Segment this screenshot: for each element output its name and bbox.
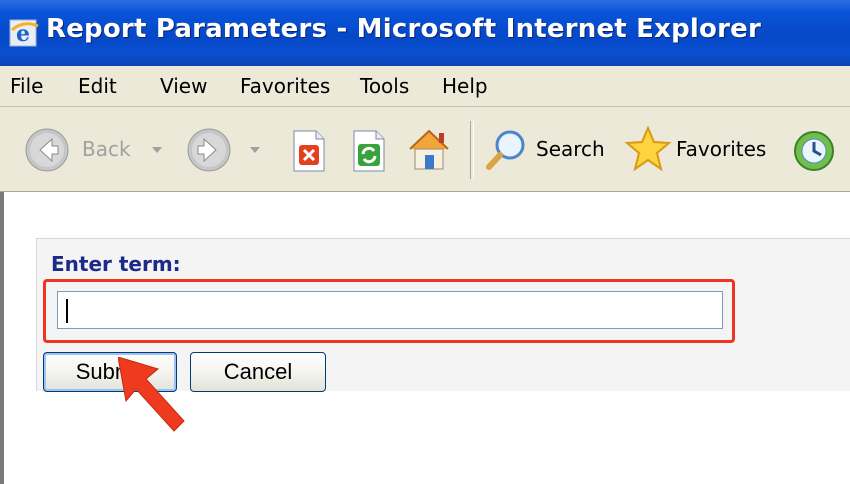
menu-file[interactable]: File	[10, 74, 43, 98]
menu-tools[interactable]: Tools	[360, 74, 409, 98]
pointer-arrow-icon	[118, 357, 185, 432]
menu-help[interactable]: Help	[442, 74, 488, 98]
forward-button[interactable]	[186, 127, 266, 173]
back-button[interactable]: Back	[24, 127, 174, 173]
back-arrow-icon	[25, 128, 69, 172]
search-icon	[486, 130, 525, 170]
toolbar-separator	[470, 121, 474, 179]
forward-dropdown-icon[interactable]	[250, 147, 260, 153]
text-caret	[66, 299, 68, 323]
page-content: Enter term: Submit Cancel	[0, 192, 850, 484]
search-label: Search	[536, 137, 605, 161]
term-input[interactable]	[57, 291, 723, 329]
home-icon[interactable]	[404, 125, 454, 173]
back-dropdown-icon[interactable]	[152, 147, 162, 153]
search-button[interactable]: Search	[484, 127, 608, 173]
enter-term-label: Enter term:	[51, 252, 181, 276]
window-left-border	[0, 192, 4, 484]
back-label: Back	[82, 137, 131, 161]
star-icon	[624, 125, 672, 172]
menu-view[interactable]: View	[160, 74, 207, 98]
refresh-icon[interactable]	[348, 129, 388, 173]
favorites-button[interactable]: Favorites	[624, 125, 774, 173]
forward-arrow-icon	[187, 128, 231, 172]
window-title: Report Parameters - Microsoft Internet E…	[46, 14, 761, 44]
ie-icon: e	[9, 19, 39, 47]
menu-favorites[interactable]: Favorites	[240, 74, 330, 98]
menu-edit[interactable]: Edit	[78, 74, 117, 98]
standard-toolbar: Back Search Favorites	[0, 107, 850, 192]
history-icon[interactable]	[790, 129, 836, 173]
stop-icon[interactable]	[288, 129, 328, 173]
cancel-button[interactable]: Cancel	[190, 352, 326, 392]
menu-bar: File Edit View Favorites Tools Help	[0, 66, 850, 107]
window-title-bar[interactable]: e Report Parameters - Microsoft Internet…	[0, 0, 850, 66]
favorites-label: Favorites	[676, 137, 767, 161]
